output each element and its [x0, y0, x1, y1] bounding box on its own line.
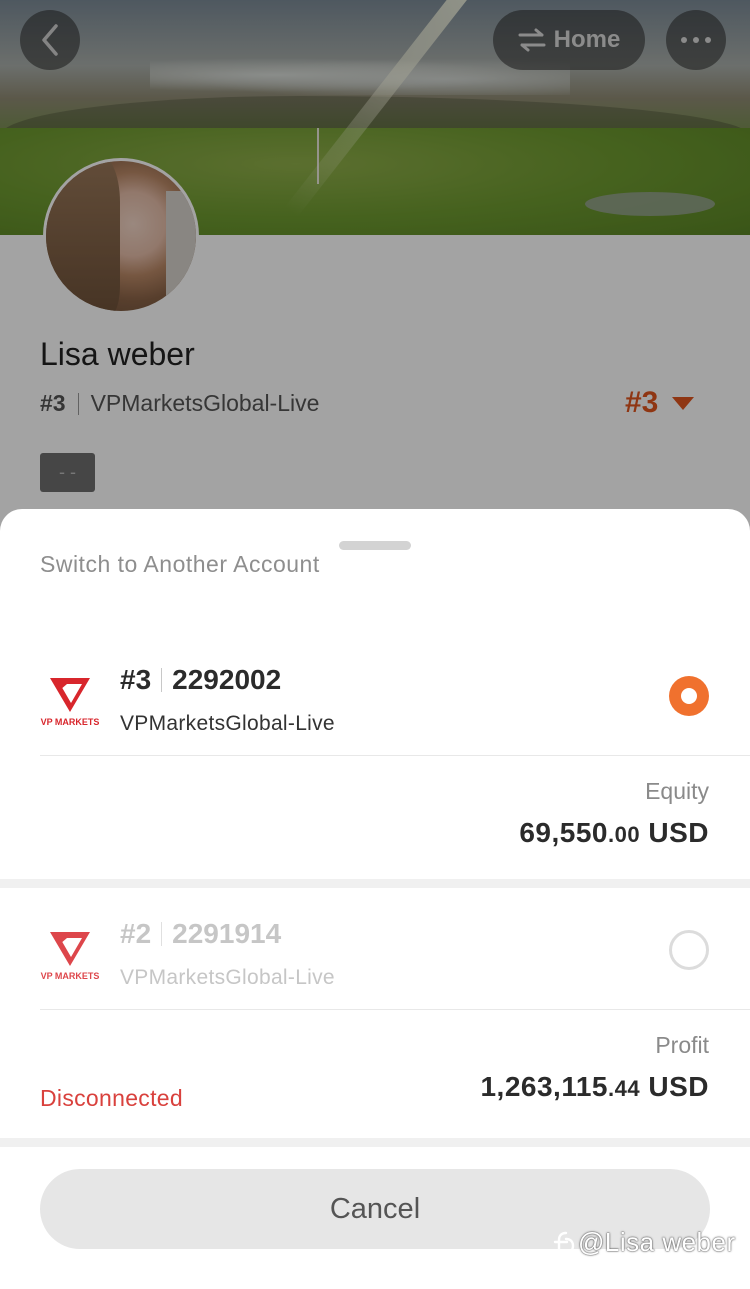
profit-value: 1,263,115.44 USD [480, 1071, 709, 1102]
separator [161, 922, 163, 946]
sheet-title: Switch to Another Account [40, 551, 320, 577]
account-login: 2292002 [172, 664, 282, 695]
account-number: #2 2291914 [120, 918, 281, 950]
account-server: VPMarketsGlobal-Live [120, 966, 335, 989]
platform-logo-icon [553, 1231, 575, 1254]
connection-status: Disconnected [40, 1085, 183, 1111]
section-separator [0, 879, 750, 888]
divider [40, 755, 750, 756]
account-index: #3 [120, 664, 152, 695]
equity-value: 69,550.00 USD [519, 817, 709, 848]
vp-markets-logo: VP MARKETS [41, 678, 100, 727]
section-separator [0, 1138, 750, 1147]
account-row[interactable]: VP MARKETS #3 2292002 VPMarketsGlobal-Li… [0, 634, 750, 879]
equity-label: Equity [645, 778, 709, 804]
watermark-text: @Lisa weber [578, 1227, 736, 1257]
watermark: @Lisa weber [552, 1227, 736, 1258]
svg-text:VP MARKETS: VP MARKETS [41, 717, 100, 727]
account-number: #3 2292002 [120, 664, 281, 696]
account-index: #2 [120, 918, 152, 949]
vp-markets-logo: VP MARKETS [41, 932, 100, 981]
separator [161, 668, 163, 692]
divider [40, 1009, 750, 1010]
account-row[interactable]: VP MARKETS #2 2291914 VPMarketsGlobal-Li… [0, 888, 750, 1140]
account-switch-sheet: Switch to Another Account VP MARKETS #3 … [0, 509, 750, 1289]
account-radio-unselected[interactable] [669, 930, 709, 970]
profit-label: Profit [655, 1032, 709, 1058]
drag-handle[interactable] [339, 541, 411, 550]
account-login: 2291914 [172, 918, 282, 949]
account-server: VPMarketsGlobal-Live [120, 712, 335, 735]
svg-text:VP MARKETS: VP MARKETS [41, 971, 100, 981]
account-radio-selected[interactable] [669, 676, 709, 716]
